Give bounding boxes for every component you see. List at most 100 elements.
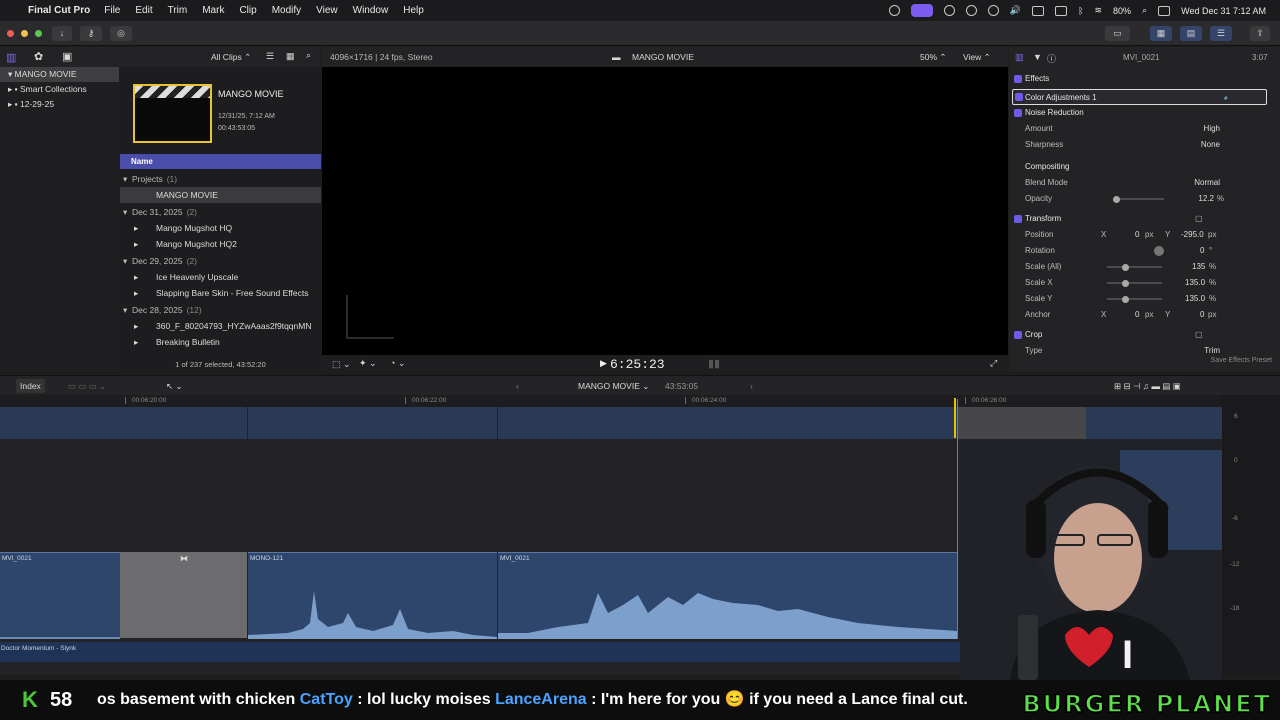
scale-y-slider[interactable]: [1107, 298, 1162, 300]
project-dropdown[interactable]: MANGO MOVIE ⌄: [578, 376, 649, 396]
clip-group-row[interactable]: ▾ Projects (1): [120, 171, 321, 187]
grid-icon[interactable]: [943, 5, 955, 16]
library-item[interactable]: ▸ ▪ Smart Collections: [0, 82, 119, 97]
edit-buttons-icon[interactable]: ▭ ▭ ▭ ⌄: [68, 376, 106, 396]
video-inspector-icon[interactable]: ▥: [1015, 52, 1024, 63]
inspector-toggle-icon[interactable]: ☰: [1210, 26, 1232, 41]
app-menu[interactable]: Final Cut Pro: [28, 5, 90, 16]
type-popup[interactable]: Trim: [1204, 343, 1220, 355]
menu-modify[interactable]: Modify: [272, 5, 301, 16]
menu-file[interactable]: File: [104, 5, 120, 16]
clip-row[interactable]: MANGO MOVIE: [120, 187, 321, 203]
clip-row[interactable]: ▸ Ice Heavenly Upscale: [120, 269, 321, 285]
speed-icon[interactable]: ◔ ⌄: [390, 358, 405, 369]
position-y-value[interactable]: -295.0: [1181, 227, 1204, 243]
effects-checkbox[interactable]: [1014, 75, 1022, 83]
zoom-controls-icon[interactable]: ⊞ ⊟ ⊣ ♫ ▬ ▤ ▣: [1114, 376, 1181, 396]
project-thumbnail[interactable]: [133, 84, 212, 143]
search-icon[interactable]: ⌕: [1142, 5, 1147, 16]
clip-filter-dropdown[interactable]: All Clips ⌃: [211, 52, 251, 63]
transition-clip[interactable]: ⧓: [120, 552, 247, 638]
clip-group-row[interactable]: ▾ Dec 31, 2025 (2): [120, 204, 321, 220]
background-tasks-icon[interactable]: ◎: [110, 26, 132, 41]
battery-label[interactable]: 80%: [1113, 6, 1131, 16]
view-dropdown[interactable]: View ⌃: [963, 47, 991, 67]
scale-x-slider[interactable]: [1107, 282, 1162, 284]
minimize-window-button[interactable]: [21, 30, 28, 37]
timeline-clip[interactable]: MONO-121: [248, 552, 497, 639]
index-button[interactable]: Index: [16, 379, 45, 393]
rotation-value[interactable]: 0: [1200, 243, 1204, 259]
playhead[interactable]: [957, 399, 958, 639]
opacity-value[interactable]: 12.2: [1198, 191, 1214, 207]
select-tool-icon[interactable]: ↖ ⌄: [166, 376, 183, 396]
transform-overlay-icon[interactable]: ▢: [1195, 211, 1203, 227]
rotation-dial[interactable]: [1154, 246, 1164, 256]
color-adjustments-row[interactable]: Color Adjustments 1 ◕: [1012, 89, 1267, 105]
menu-trim[interactable]: Trim: [168, 5, 188, 16]
menu-help[interactable]: Help: [403, 5, 424, 16]
scale-y-knob[interactable]: [1122, 295, 1129, 303]
enhance-icon[interactable]: ✦ ⌄: [359, 358, 377, 369]
menu-view[interactable]: View: [316, 5, 338, 16]
titles-icon[interactable]: ▣: [62, 50, 72, 63]
scale-all-knob[interactable]: [1122, 263, 1129, 271]
transform-checkbox[interactable]: [1014, 215, 1022, 223]
zoom-window-button[interactable]: [35, 30, 42, 37]
library-item[interactable]: ▸ ▪ 12-29-25: [0, 97, 119, 112]
color-inspector-icon[interactable]: ▼: [1033, 52, 1042, 62]
library-item[interactable]: ▾ MANGO MOVIE: [0, 67, 119, 82]
scale-all-slider[interactable]: [1107, 266, 1162, 268]
amount-popup[interactable]: High: [1204, 121, 1220, 137]
timeline-ruler[interactable]: 00:06:20:00 00:06:22:00 00:06:24:00 00:0…: [0, 395, 1280, 407]
crop-section[interactable]: Crop ▢: [1009, 327, 1280, 343]
noise-reduction-row[interactable]: Noise Reduction: [1009, 105, 1280, 121]
save-effects-preset-button[interactable]: Save Effects Preset: [1211, 357, 1272, 364]
color-wheel-icon[interactable]: ◕: [1223, 90, 1228, 106]
search-icon[interactable]: ⌕: [306, 50, 311, 61]
share-icon[interactable]: ⇪: [1250, 26, 1270, 41]
timecode-display[interactable]: 6:25:23: [610, 357, 665, 372]
clip-row[interactable]: ▸ Breaking Bulletin: [120, 334, 321, 350]
screen-record-icon[interactable]: [910, 4, 933, 17]
scale-all-value[interactable]: 135: [1192, 259, 1205, 275]
opacity-slider[interactable]: [1114, 198, 1164, 200]
effects-section[interactable]: Effects: [1009, 71, 1280, 87]
anchor-x-value[interactable]: 0: [1135, 307, 1139, 323]
list-view-icon[interactable]: ▦: [286, 51, 295, 62]
transform-section[interactable]: Transform ▢: [1009, 211, 1280, 227]
display-icon[interactable]: [1032, 5, 1045, 16]
noise-checkbox[interactable]: [1014, 109, 1022, 117]
clip-group-row[interactable]: ▾ Dec 29, 2025 (2): [120, 253, 321, 269]
crop-checkbox[interactable]: [1014, 331, 1022, 339]
compositing-section[interactable]: Compositing: [1009, 159, 1280, 175]
timeline-clip[interactable]: MVI_0021: [0, 552, 120, 639]
opacity-slider-knob[interactable]: [1113, 195, 1120, 203]
clip-row[interactable]: ▸ Mango Mugshot HQ: [120, 220, 321, 236]
play-button[interactable]: ▶: [600, 358, 607, 369]
color-adjust-checkbox[interactable]: [1015, 93, 1023, 101]
back-arrow-icon[interactable]: ‹: [516, 376, 519, 396]
zoom-dropdown[interactable]: 50% ⌃: [920, 47, 947, 67]
sharpness-popup[interactable]: None: [1201, 137, 1220, 153]
transform-tool-icon[interactable]: ⬚ ⌄: [332, 359, 351, 370]
volume-icon[interactable]: 🔊: [1010, 5, 1021, 16]
connected-storyline[interactable]: [0, 407, 1222, 439]
scale-x-knob[interactable]: [1122, 279, 1129, 287]
clip-row[interactable]: ▸ Mango Mugshot HQ2: [120, 236, 321, 252]
clip-row[interactable]: ▸ 360_F_80204793_HYZwAaas2f9tqqnMN: [120, 318, 321, 334]
workspace-icon[interactable]: ▭: [1105, 26, 1130, 41]
filmstrip-icon[interactable]: ☰: [266, 51, 274, 62]
close-window-button[interactable]: [7, 30, 14, 37]
position-x-value[interactable]: 0: [1135, 227, 1139, 243]
clip-group-row[interactable]: ▾ Dec 28, 2025 (12): [120, 302, 321, 318]
wifi-icon[interactable]: ≋: [1095, 5, 1103, 16]
browser-toggle-icon[interactable]: ▦: [1150, 26, 1172, 41]
status-icon[interactable]: [888, 5, 900, 16]
blend-popup[interactable]: Normal: [1194, 175, 1220, 191]
libraries-icon[interactable]: ▥: [6, 51, 16, 64]
clock[interactable]: Wed Dec 31 7:12 AM: [1181, 6, 1266, 16]
timeline-clip[interactable]: MVI_0021: [498, 552, 958, 639]
control-center-icon[interactable]: [1158, 5, 1171, 16]
menu-window[interactable]: Window: [353, 5, 389, 16]
